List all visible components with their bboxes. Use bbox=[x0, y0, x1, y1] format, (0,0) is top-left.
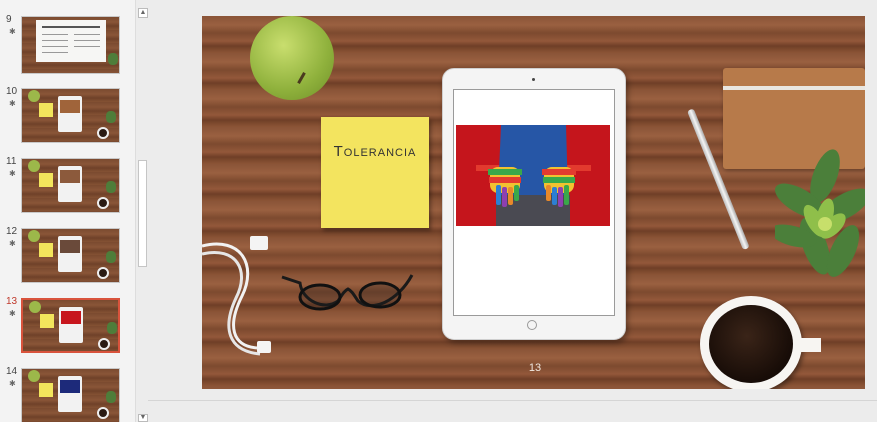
transition-marker-icon: ✱ bbox=[9, 99, 16, 108]
tablet-home-button bbox=[527, 320, 537, 330]
rainbow-hands-photo[interactable] bbox=[456, 125, 610, 226]
slide-thumbnail-image[interactable] bbox=[21, 228, 120, 283]
slide-thumbnail-number: 13 bbox=[6, 296, 18, 307]
slide-thumbnail-image[interactable] bbox=[21, 368, 120, 422]
scroll-down-icon[interactable]: ▼ bbox=[138, 414, 148, 422]
slide-thumbnail-11[interactable]: 11 ✱ bbox=[0, 156, 135, 218]
slide-thumbnail-image[interactable] bbox=[21, 16, 120, 74]
slide-thumbnail-number: 14 bbox=[6, 366, 18, 377]
editor-divider bbox=[148, 400, 877, 401]
succulent-plant-image bbox=[775, 149, 865, 277]
slide-thumbnail-image[interactable] bbox=[21, 88, 120, 143]
slide-thumbnail-image-selected[interactable] bbox=[21, 298, 120, 353]
charging-cable-image bbox=[202, 236, 271, 356]
sticky-note-text[interactable]: Tolerancia bbox=[321, 143, 429, 160]
slide-thumbnail-number: 12 bbox=[6, 226, 18, 237]
coffee-mug-image bbox=[700, 296, 802, 389]
thumbnail-scrollbar[interactable]: ▲ ▼ bbox=[135, 0, 148, 422]
eyeglasses-image bbox=[281, 274, 414, 311]
slide-thumbnail-number: 9 bbox=[6, 14, 12, 25]
slide-thumbnail-12[interactable]: 12 ✱ bbox=[0, 226, 135, 288]
scroll-up-icon[interactable]: ▲ bbox=[138, 8, 148, 18]
slide-thumbnail-14[interactable]: 14 ✱ bbox=[0, 366, 135, 422]
slide-thumbnail-pane[interactable]: 9 ✱ 10 ✱ 11 ✱ 12 ✱ 13 ✱ 14 ✱ bbox=[0, 0, 135, 422]
tablet-device bbox=[442, 68, 626, 340]
slide-thumbnail-10[interactable]: 10 ✱ bbox=[0, 86, 135, 148]
tablet-camera bbox=[532, 78, 535, 81]
scrollbar-thumb[interactable] bbox=[138, 160, 147, 267]
transition-marker-icon: ✱ bbox=[9, 309, 16, 318]
transition-marker-icon: ✱ bbox=[9, 169, 16, 178]
slide-thumbnail-number: 10 bbox=[6, 86, 18, 97]
slide-thumbnail-number: 11 bbox=[6, 156, 17, 167]
transition-marker-icon: ✱ bbox=[9, 27, 16, 36]
coffee-mug-handle bbox=[799, 338, 821, 352]
tablet-screen[interactable] bbox=[453, 89, 615, 316]
slide-number: 13 bbox=[528, 362, 542, 374]
transition-marker-icon: ✱ bbox=[9, 239, 16, 248]
apple-image bbox=[250, 16, 334, 100]
slide-thumbnail-9[interactable]: 9 ✱ bbox=[0, 14, 135, 76]
slide-thumbnail-image[interactable] bbox=[21, 158, 120, 213]
transition-marker-icon: ✱ bbox=[9, 379, 16, 388]
notebook-band bbox=[723, 86, 865, 90]
slide-canvas[interactable]: Tolerancia 13 bbox=[202, 16, 865, 389]
sticky-note[interactable]: Tolerancia bbox=[321, 117, 429, 228]
slide-thumbnail-13[interactable]: 13 ✱ bbox=[0, 296, 135, 358]
coffee-surface bbox=[709, 305, 793, 383]
thumbnail-text-card bbox=[36, 20, 106, 62]
